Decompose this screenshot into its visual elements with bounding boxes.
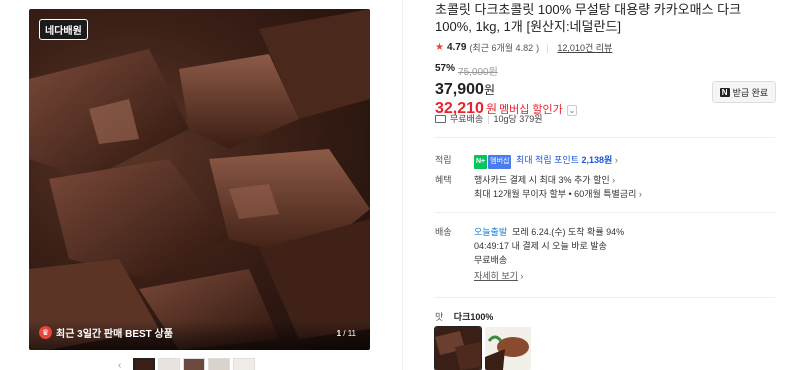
best-seller-text: 최근 3일간 판매 BEST 상품 [56, 329, 173, 340]
sale-price-unit: 원 [483, 83, 495, 97]
product-title: 초콜릿 다크초콜릿 100% 무설탕 대용량 카카오매스 다크100%, 1kg… [435, 2, 742, 34]
shipping-summary: 무료배송 | 10g당 379원 [435, 112, 543, 125]
original-price: 75,000원 [458, 67, 498, 78]
naver-plus-badge: N+ [474, 155, 488, 169]
chevron-right-icon: › [638, 189, 642, 199]
thumb-prev-icon[interactable]: ‹ [118, 360, 130, 370]
delivery-detail[interactable]: 자세히 보기 › [474, 269, 774, 283]
review-count-link[interactable]: 12,010건 리뷰 [557, 41, 612, 54]
arrival-text: 모레 6.24.(수) 도착 확률 94% [512, 227, 625, 237]
thumbnail[interactable] [158, 358, 180, 370]
page-current: 1 [336, 329, 342, 338]
thumbnail[interactable] [183, 358, 205, 370]
product-main-image[interactable]: 네다배원 ♛ 최근 3일간 판매 BEST 상품 1 / 11 [29, 9, 370, 350]
best-seller-label: ♛ 최근 3일간 판매 BEST 상품 [39, 325, 173, 340]
points-label: 적립 [435, 155, 452, 165]
points-content[interactable]: N+ 멤버십 최대 적립 포인트 2,138원 › [474, 153, 774, 169]
trophy-icon: ♛ [39, 326, 52, 339]
discount-row: 57% 75,000원 [435, 63, 775, 78]
option-row: 맛 다크100% [435, 310, 493, 323]
truck-icon [435, 114, 446, 123]
section-divider [435, 297, 775, 298]
rating-recent-close: ) [536, 42, 540, 53]
section-divider [435, 212, 775, 213]
chevron-right-icon: › [614, 155, 618, 165]
benefit-card-text: 행사카드 결제 시 최대 3% 추가 할인 [474, 175, 610, 185]
benefits-content: 행사카드 결제 시 최대 3% 추가 할인 › 최대 12개월 무이자 할부 •… [474, 173, 774, 201]
shipping-separator: | [487, 113, 490, 124]
points-amount: 2,138원 [581, 155, 613, 165]
option-thumb-dark100[interactable] [434, 326, 482, 370]
option-dark-image [435, 327, 481, 370]
delivery-free: 무료배송 [474, 255, 508, 265]
chevron-down-icon[interactable]: ⌄ [566, 105, 578, 116]
brand-badge: 네다배원 [39, 19, 88, 40]
option-cacao-image [485, 327, 531, 370]
sale-price-value: 37,900 [435, 81, 484, 98]
option-thumb-cacao[interactable] [485, 327, 531, 370]
countdown-time: 04:49:17 [474, 241, 510, 251]
benefit-installment[interactable]: 최대 12개월 무이자 할부 • 60개월 특별금리 › [474, 187, 774, 201]
chocolate-photo [29, 9, 370, 350]
coupon-button[interactable]: N 받급 완료 [712, 81, 776, 103]
rating-recent: (최근 6개월 4.82 [469, 43, 534, 53]
section-divider [435, 137, 775, 138]
points-text: 최대 적립 포인트 2,138원 [516, 155, 612, 165]
page-total: / 11 [343, 329, 356, 338]
coupon-label: 받급 완료 [732, 87, 769, 98]
shipping-text: 무료배송 [450, 114, 484, 124]
panel-divider [402, 0, 403, 370]
unit-price: 10g당 379원 [493, 114, 543, 124]
delivery-label: 배송 [435, 227, 452, 237]
discount-rate: 57% [435, 63, 456, 74]
rating-row: ★ 4.79 (최근 6개월 4.82) | 12,010건 리뷰 [435, 41, 775, 54]
thumbnail[interactable] [133, 358, 155, 370]
benefits-label: 혜택 [435, 175, 452, 185]
chevron-right-icon: › [612, 175, 616, 185]
star-icon: ★ [435, 42, 444, 53]
benefit-card[interactable]: 행사카드 결제 시 최대 3% 추가 할인 › [474, 173, 774, 187]
thumbnail-strip: ‹ [118, 358, 255, 370]
chevron-right-icon: › [520, 271, 524, 281]
option-selected: 다크100% [453, 312, 494, 322]
points-desc: 최대 적립 포인트 [516, 155, 579, 165]
delivery-countdown: 04:49:17 내 결제 시 오늘 바로 발송 [474, 239, 774, 253]
delivery-arrival: 오늘출발 모레 6.24.(수) 도착 확률 94% [474, 225, 774, 239]
option-thumbnails [434, 326, 531, 370]
benefit-installment-text: 최대 12개월 무이자 할부 • 60개월 특별금리 [474, 189, 637, 199]
thumbnail[interactable] [233, 358, 255, 370]
detail-link[interactable]: 자세히 보기 [474, 271, 518, 281]
rating-separator: | [546, 42, 549, 53]
delivery-content: 오늘출발 모레 6.24.(수) 도착 확률 94% 04:49:17 내 결제… [474, 225, 774, 283]
countdown-text: 내 결제 시 오늘 바로 발송 [511, 241, 607, 251]
today-ship-label: 오늘출발 [474, 227, 508, 237]
option-label: 맛 [435, 312, 444, 322]
membership-badge: 멤버십 [488, 155, 512, 169]
rating-value: 4.79 [446, 42, 467, 53]
image-page-indicator: 1 / 11 [337, 329, 356, 338]
coupon-icon: N [719, 87, 730, 97]
thumbnail[interactable] [208, 358, 230, 370]
